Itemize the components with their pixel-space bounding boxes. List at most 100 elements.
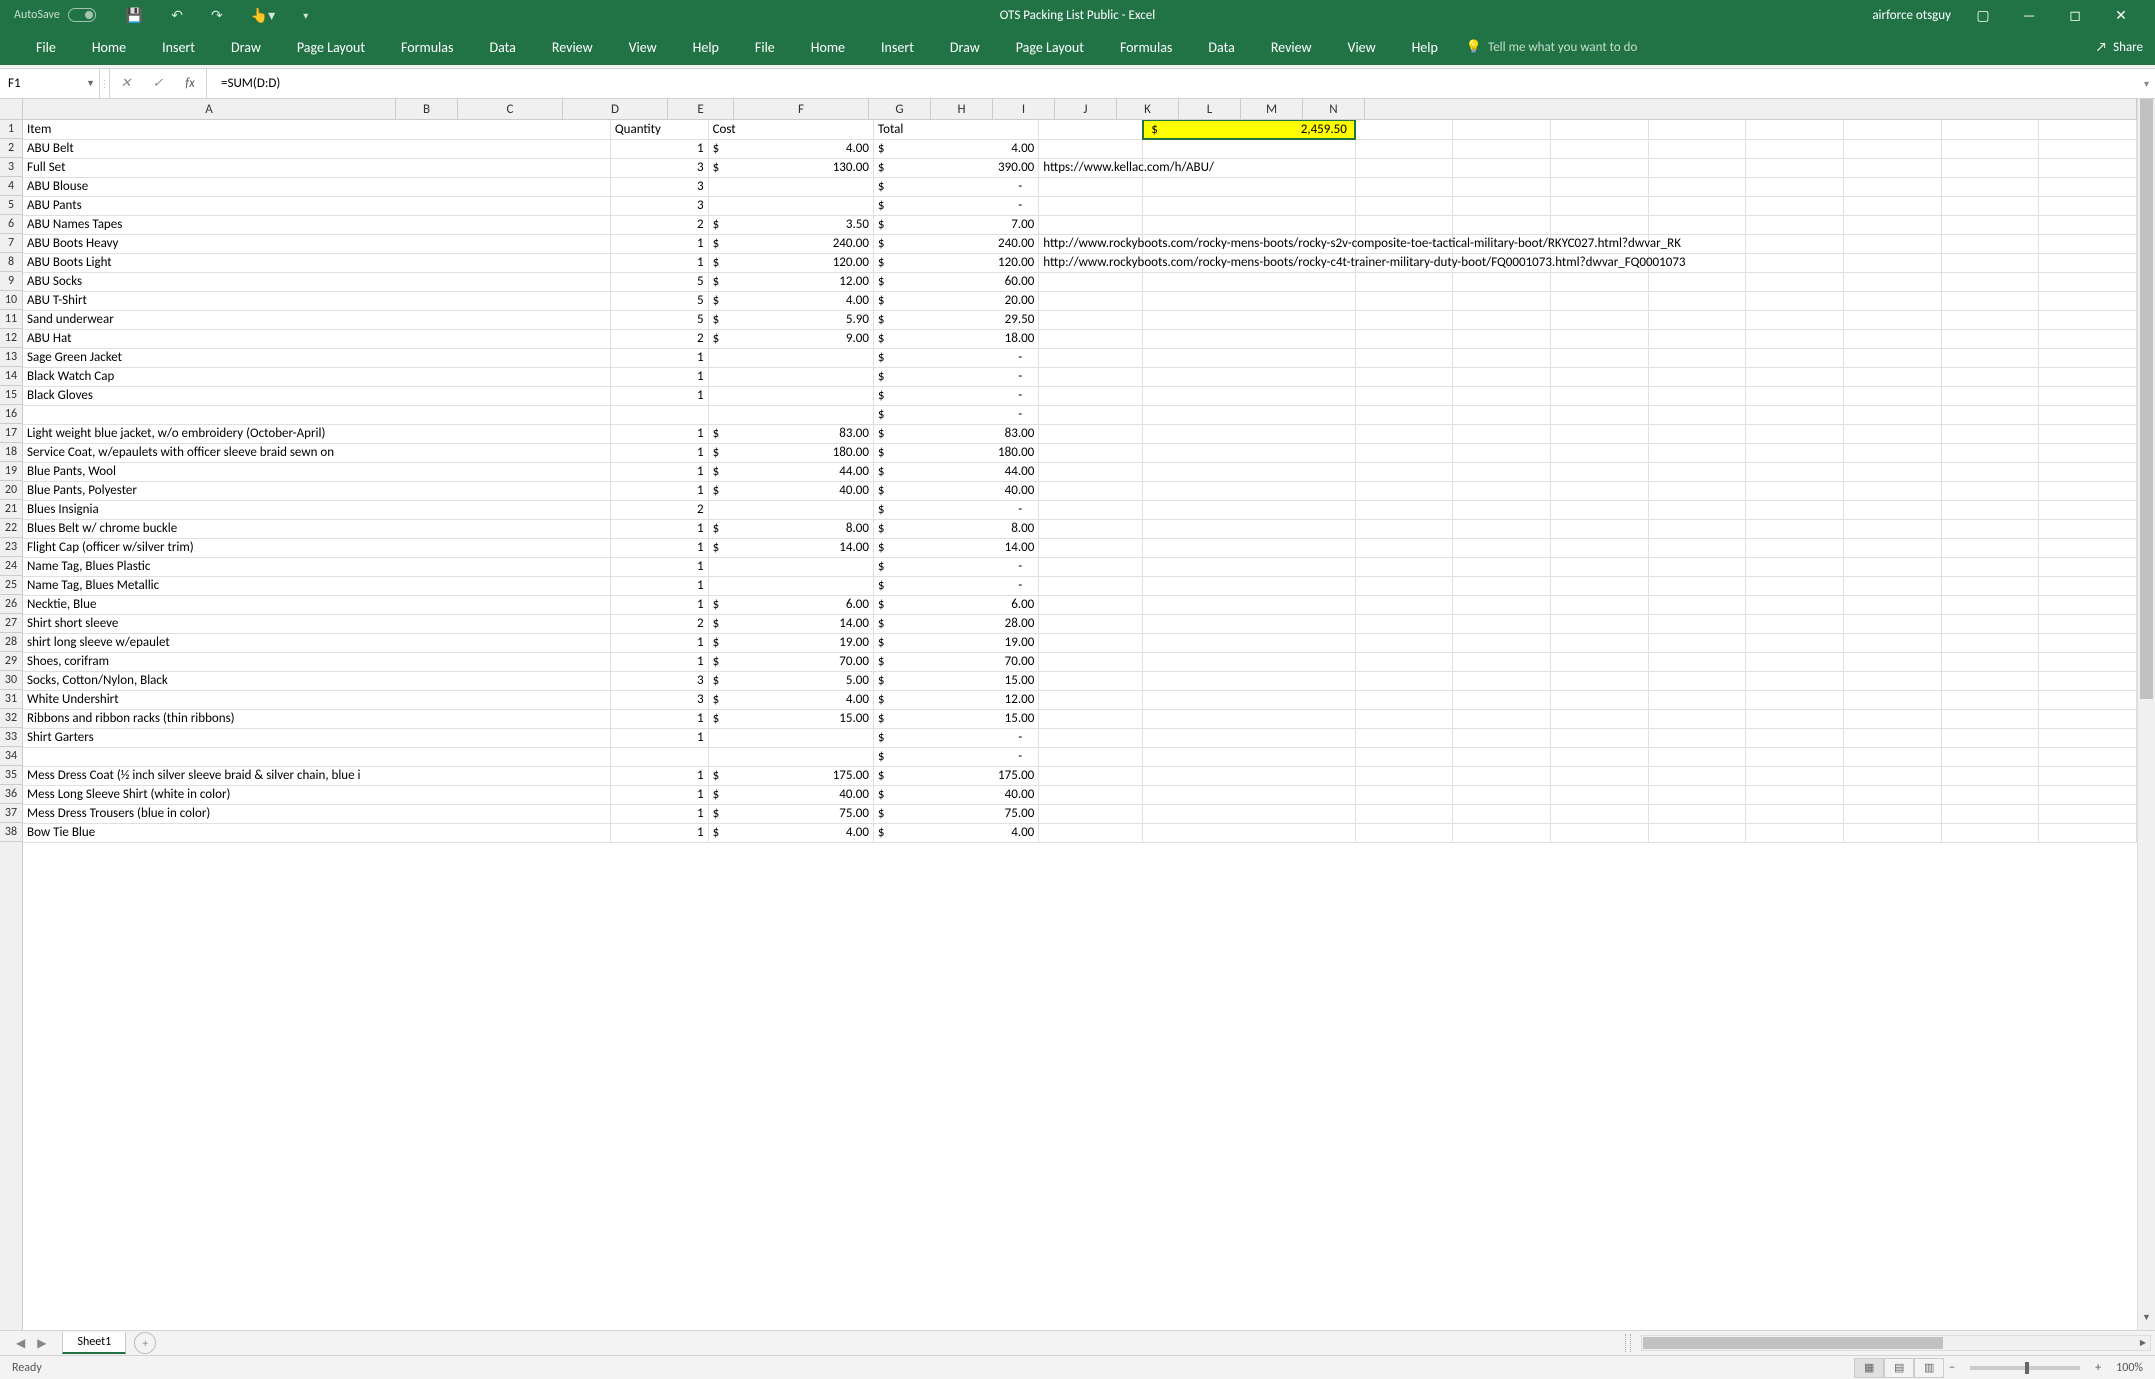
- cell-D38[interactable]: $4.00: [873, 823, 1038, 842]
- cell-M4[interactable]: [1941, 177, 2039, 196]
- cell-L29[interactable]: [1844, 652, 1942, 671]
- cell-H36[interactable]: [1453, 785, 1551, 804]
- cell-G38[interactable]: [1355, 823, 1453, 842]
- row-header-32[interactable]: 32: [0, 709, 22, 728]
- page-break-view-button[interactable]: ▥: [1914, 1358, 1944, 1378]
- row-header-17[interactable]: 17: [0, 424, 22, 443]
- cell-H2[interactable]: [1453, 139, 1551, 158]
- column-header-A[interactable]: A: [23, 99, 396, 119]
- cell-D34[interactable]: $-: [873, 747, 1038, 766]
- cell-B26[interactable]: 1: [610, 595, 708, 614]
- tab-page-layout[interactable]: Page Layout: [279, 30, 383, 65]
- cell-H19[interactable]: [1453, 462, 1551, 481]
- sheet-nav-prev-icon[interactable]: ◀: [12, 1336, 29, 1351]
- column-header-D[interactable]: D: [563, 99, 668, 119]
- cell-D35[interactable]: $175.00: [873, 766, 1038, 785]
- cell-A18[interactable]: Service Coat, w/epaulets with officer sl…: [23, 443, 610, 462]
- cell-F15[interactable]: [1143, 386, 1356, 405]
- cell-G2[interactable]: [1355, 139, 1453, 158]
- cell-B38[interactable]: 1: [610, 823, 708, 842]
- cell-A14[interactable]: Black Watch Cap: [23, 367, 610, 386]
- cell-E31[interactable]: [1039, 690, 1143, 709]
- maximize-icon[interactable]: ◻: [2061, 7, 2089, 24]
- cell-D17[interactable]: $83.00: [873, 424, 1038, 443]
- cell-J16[interactable]: [1648, 405, 1746, 424]
- cell-B33[interactable]: 1: [610, 728, 708, 747]
- cell-D21[interactable]: $-: [873, 500, 1038, 519]
- cell-C34[interactable]: [708, 747, 873, 766]
- cell-K38[interactable]: [1746, 823, 1844, 842]
- cell-G32[interactable]: [1355, 709, 1453, 728]
- cell-N8[interactable]: [2039, 253, 2137, 272]
- cell-K20[interactable]: [1746, 481, 1844, 500]
- cell-A24[interactable]: Name Tag, Blues Plastic: [23, 557, 610, 576]
- cell-F31[interactable]: [1143, 690, 1356, 709]
- insert-function-icon[interactable]: fx: [174, 76, 206, 91]
- row-header-3[interactable]: 3: [0, 158, 22, 177]
- column-header-I[interactable]: I: [993, 99, 1055, 119]
- cell-A27[interactable]: Shirt short sleeve: [23, 614, 610, 633]
- cell-M3[interactable]: [1941, 158, 2039, 177]
- cell-J31[interactable]: [1648, 690, 1746, 709]
- column-header-L[interactable]: L: [1179, 99, 1241, 119]
- cell-N12[interactable]: [2039, 329, 2137, 348]
- row-header-6[interactable]: 6: [0, 215, 22, 234]
- cell-A10[interactable]: ABU T-Shirt: [23, 291, 610, 310]
- cell-M33[interactable]: [1941, 728, 2039, 747]
- cell-F20[interactable]: [1143, 481, 1356, 500]
- cell-L22[interactable]: [1844, 519, 1942, 538]
- vscroll-thumb[interactable]: [2140, 99, 2153, 699]
- cell-E20[interactable]: [1039, 481, 1143, 500]
- cell-K16[interactable]: [1746, 405, 1844, 424]
- cell-I17[interactable]: [1551, 424, 1649, 443]
- row-header-2[interactable]: 2: [0, 139, 22, 158]
- cell-L10[interactable]: [1844, 291, 1942, 310]
- row-header-26[interactable]: 26: [0, 595, 22, 614]
- row-header-9[interactable]: 9: [0, 272, 22, 291]
- cell-D15[interactable]: $-: [873, 386, 1038, 405]
- tab-review[interactable]: Review: [534, 30, 611, 65]
- cell-J32[interactable]: [1648, 709, 1746, 728]
- tab-formulas[interactable]: Formulas: [1102, 30, 1190, 65]
- cell-C20[interactable]: $40.00: [708, 481, 873, 500]
- cell-D29[interactable]: $70.00: [873, 652, 1038, 671]
- cell-F37[interactable]: [1143, 804, 1356, 823]
- cell-K31[interactable]: [1746, 690, 1844, 709]
- cell-J38[interactable]: [1648, 823, 1746, 842]
- cell-E22[interactable]: [1039, 519, 1143, 538]
- cell-E33[interactable]: [1039, 728, 1143, 747]
- row-header-12[interactable]: 12: [0, 329, 22, 348]
- cell-B36[interactable]: 1: [610, 785, 708, 804]
- row-header-38[interactable]: 38: [0, 823, 22, 842]
- cell-F9[interactable]: [1143, 272, 1356, 291]
- cell-A38[interactable]: Bow Tie Blue: [23, 823, 610, 842]
- cell-C9[interactable]: $12.00: [708, 272, 873, 291]
- cell-N36[interactable]: [2039, 785, 2137, 804]
- cell-K2[interactable]: [1746, 139, 1844, 158]
- cell-E19[interactable]: [1039, 462, 1143, 481]
- row-header-14[interactable]: 14: [0, 367, 22, 386]
- cell-G19[interactable]: [1355, 462, 1453, 481]
- cell-B15[interactable]: 1: [610, 386, 708, 405]
- row-header-7[interactable]: 7: [0, 234, 22, 253]
- cell-L28[interactable]: [1844, 633, 1942, 652]
- undo-icon[interactable]: ↶: [171, 7, 183, 24]
- cancel-formula-icon[interactable]: ✕: [110, 76, 142, 91]
- cell-N18[interactable]: [2039, 443, 2137, 462]
- cell-N24[interactable]: [2039, 557, 2137, 576]
- zoom-in-button[interactable]: +: [2090, 1361, 2106, 1375]
- cell-K18[interactable]: [1746, 443, 1844, 462]
- cell-A5[interactable]: ABU Pants: [23, 196, 610, 215]
- cell-J6[interactable]: [1648, 215, 1746, 234]
- cell-M12[interactable]: [1941, 329, 2039, 348]
- row-header-11[interactable]: 11: [0, 310, 22, 329]
- cell-H10[interactable]: [1453, 291, 1551, 310]
- cell-H28[interactable]: [1453, 633, 1551, 652]
- cell-K34[interactable]: [1746, 747, 1844, 766]
- minimize-icon[interactable]: —: [2015, 7, 2043, 24]
- cell-J23[interactable]: [1648, 538, 1746, 557]
- tab-file[interactable]: File: [737, 30, 793, 65]
- cell-C13[interactable]: [708, 348, 873, 367]
- normal-view-button[interactable]: ▦: [1854, 1358, 1884, 1378]
- formula-expand-icon[interactable]: ▾: [2144, 77, 2149, 90]
